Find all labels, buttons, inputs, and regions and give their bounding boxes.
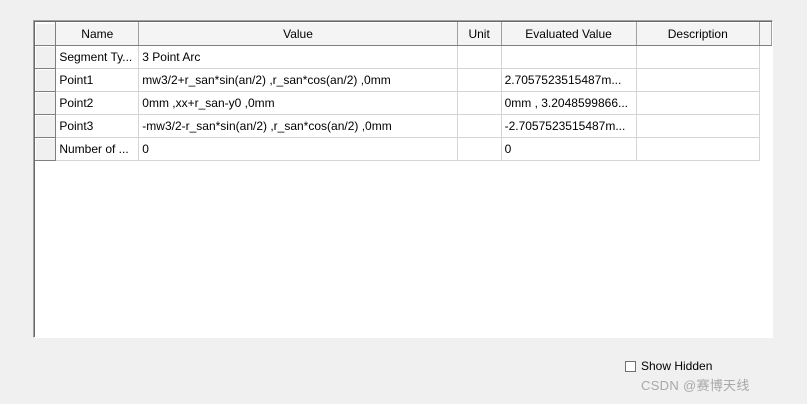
column-header-name[interactable]: Name — [55, 22, 140, 46]
header-row: Name Value Unit Evaluated Value Descript… — [35, 22, 772, 46]
table-row[interactable]: Point2 0mm ,xx+r_san-y0 ,0mm 0mm , 3.204… — [35, 91, 772, 115]
column-header-filler — [759, 22, 772, 46]
cell-unit[interactable] — [457, 137, 502, 161]
column-header-evaluated-value[interactable]: Evaluated Value — [501, 22, 637, 46]
table-row[interactable]: Number of ... 0 0 — [35, 137, 772, 161]
cell-evaluated-value — [501, 45, 637, 69]
cell-unit[interactable] — [457, 91, 502, 115]
cell-evaluated-value: 2.7057523515487m... — [501, 68, 637, 92]
cell-name[interactable]: Point1 — [55, 68, 140, 92]
cell-name[interactable]: Point2 — [55, 91, 140, 115]
row-header[interactable] — [35, 137, 57, 161]
table-row[interactable]: Point3 -mw3/2-r_san*sin(an/2) ,r_san*cos… — [35, 114, 772, 138]
cell-value[interactable]: mw3/2+r_san*sin(an/2) ,r_san*cos(an/2) ,… — [138, 68, 458, 92]
cell-unit[interactable] — [457, 68, 502, 92]
cell-name[interactable]: Number of ... — [55, 137, 140, 161]
column-header-description[interactable]: Description — [636, 22, 761, 46]
show-hidden-checkbox[interactable] — [625, 360, 636, 372]
cell-description[interactable] — [636, 114, 761, 138]
table-row[interactable]: Segment Ty... 3 Point Arc — [35, 45, 772, 69]
cell-value[interactable]: 0mm ,xx+r_san-y0 ,0mm — [138, 91, 458, 115]
cell-unit[interactable] — [457, 114, 502, 138]
corner-header[interactable] — [35, 22, 57, 46]
cell-description[interactable] — [636, 91, 761, 115]
watermark: CSDN @赛博天线 — [641, 378, 750, 393]
cell-evaluated-value: -2.7057523515487m... — [501, 114, 637, 138]
row-header[interactable] — [35, 114, 57, 138]
cell-description[interactable] — [636, 68, 761, 92]
column-header-unit[interactable]: Unit — [457, 22, 502, 46]
show-hidden-toggle[interactable]: Show Hidden — [625, 359, 712, 373]
row-header[interactable] — [35, 91, 57, 115]
properties-table: Name Value Unit Evaluated Value Descript… — [35, 22, 772, 161]
cell-evaluated-value: 0mm , 3.2048599866... — [501, 91, 637, 115]
column-header-value[interactable]: Value — [138, 22, 458, 46]
row-header[interactable] — [35, 45, 57, 69]
cell-value[interactable]: 0 — [138, 137, 458, 161]
table-row[interactable]: Point1 mw3/2+r_san*sin(an/2) ,r_san*cos(… — [35, 68, 772, 92]
cell-name[interactable]: Point3 — [55, 114, 140, 138]
cell-unit[interactable] — [457, 45, 502, 69]
cell-name[interactable]: Segment Ty... — [55, 45, 140, 69]
cell-value[interactable]: 3 Point Arc — [138, 45, 458, 69]
show-hidden-label[interactable]: Show Hidden — [641, 359, 712, 373]
cell-description[interactable] — [636, 137, 761, 161]
properties-grid[interactable]: Name Value Unit Evaluated Value Descript… — [33, 20, 773, 338]
cell-evaluated-value: 0 — [501, 137, 637, 161]
cell-description[interactable] — [636, 45, 761, 69]
cell-value[interactable]: -mw3/2-r_san*sin(an/2) ,r_san*cos(an/2) … — [138, 114, 458, 138]
row-header[interactable] — [35, 68, 57, 92]
